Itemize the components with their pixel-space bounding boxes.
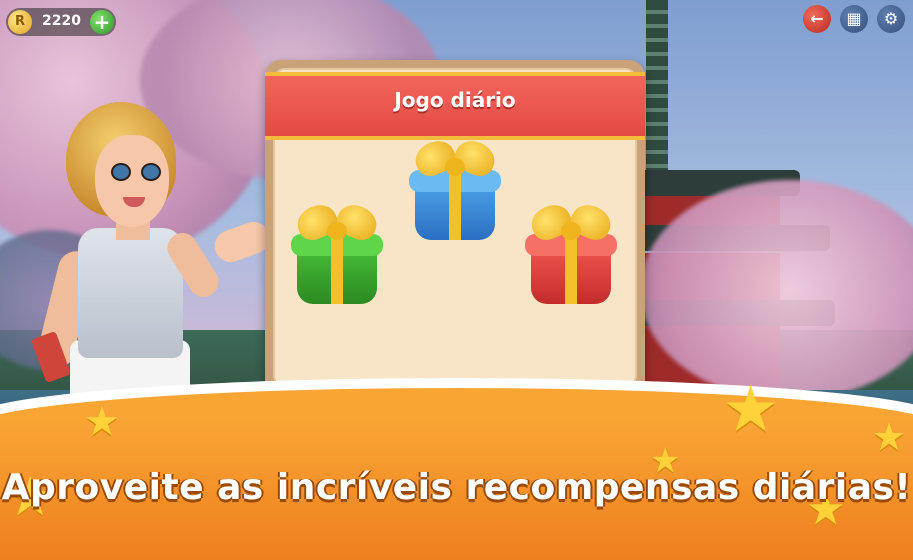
bow-knot — [327, 222, 347, 240]
dialog-title: Jogo diário — [394, 88, 516, 112]
gear-icon: ⚙ — [883, 9, 899, 28]
coin-icon: R — [8, 10, 32, 34]
add-coins-button[interactable]: + — [90, 10, 114, 34]
gift-box-blue[interactable] — [407, 135, 503, 246]
ribbon — [449, 170, 461, 240]
ribbon — [565, 234, 577, 304]
character-eye — [111, 163, 131, 181]
exit-button[interactable]: ← — [803, 5, 831, 33]
gift-box-red[interactable] — [523, 199, 619, 310]
coin-counter: R 2220 + — [6, 8, 116, 36]
menu-grid-button[interactable]: ▦ — [840, 5, 868, 33]
star-icon: ★ — [722, 373, 780, 447]
pagoda-spire — [646, 0, 668, 170]
character-eye — [141, 163, 161, 181]
coin-amount: 2220 — [42, 13, 81, 29]
grid-icon: ▦ — [846, 9, 862, 28]
bow-knot — [561, 222, 581, 240]
character-mouth — [123, 197, 145, 207]
promo-tagline: Aproveite as incríveis recompensas diári… — [1, 467, 912, 508]
dialog-title-bar: Jogo diário — [265, 72, 645, 140]
ribbon — [331, 234, 343, 304]
character-face — [95, 135, 169, 227]
star-icon: ★ — [84, 399, 120, 445]
gift-box-green[interactable] — [289, 199, 385, 310]
bow-knot — [445, 158, 465, 176]
daily-game-dialog: Jogo diário — [265, 60, 645, 395]
exit-icon: ← — [810, 9, 824, 28]
star-icon: ★ — [872, 415, 907, 459]
settings-button[interactable]: ⚙ — [877, 5, 905, 33]
plus-icon: + — [93, 10, 111, 34]
